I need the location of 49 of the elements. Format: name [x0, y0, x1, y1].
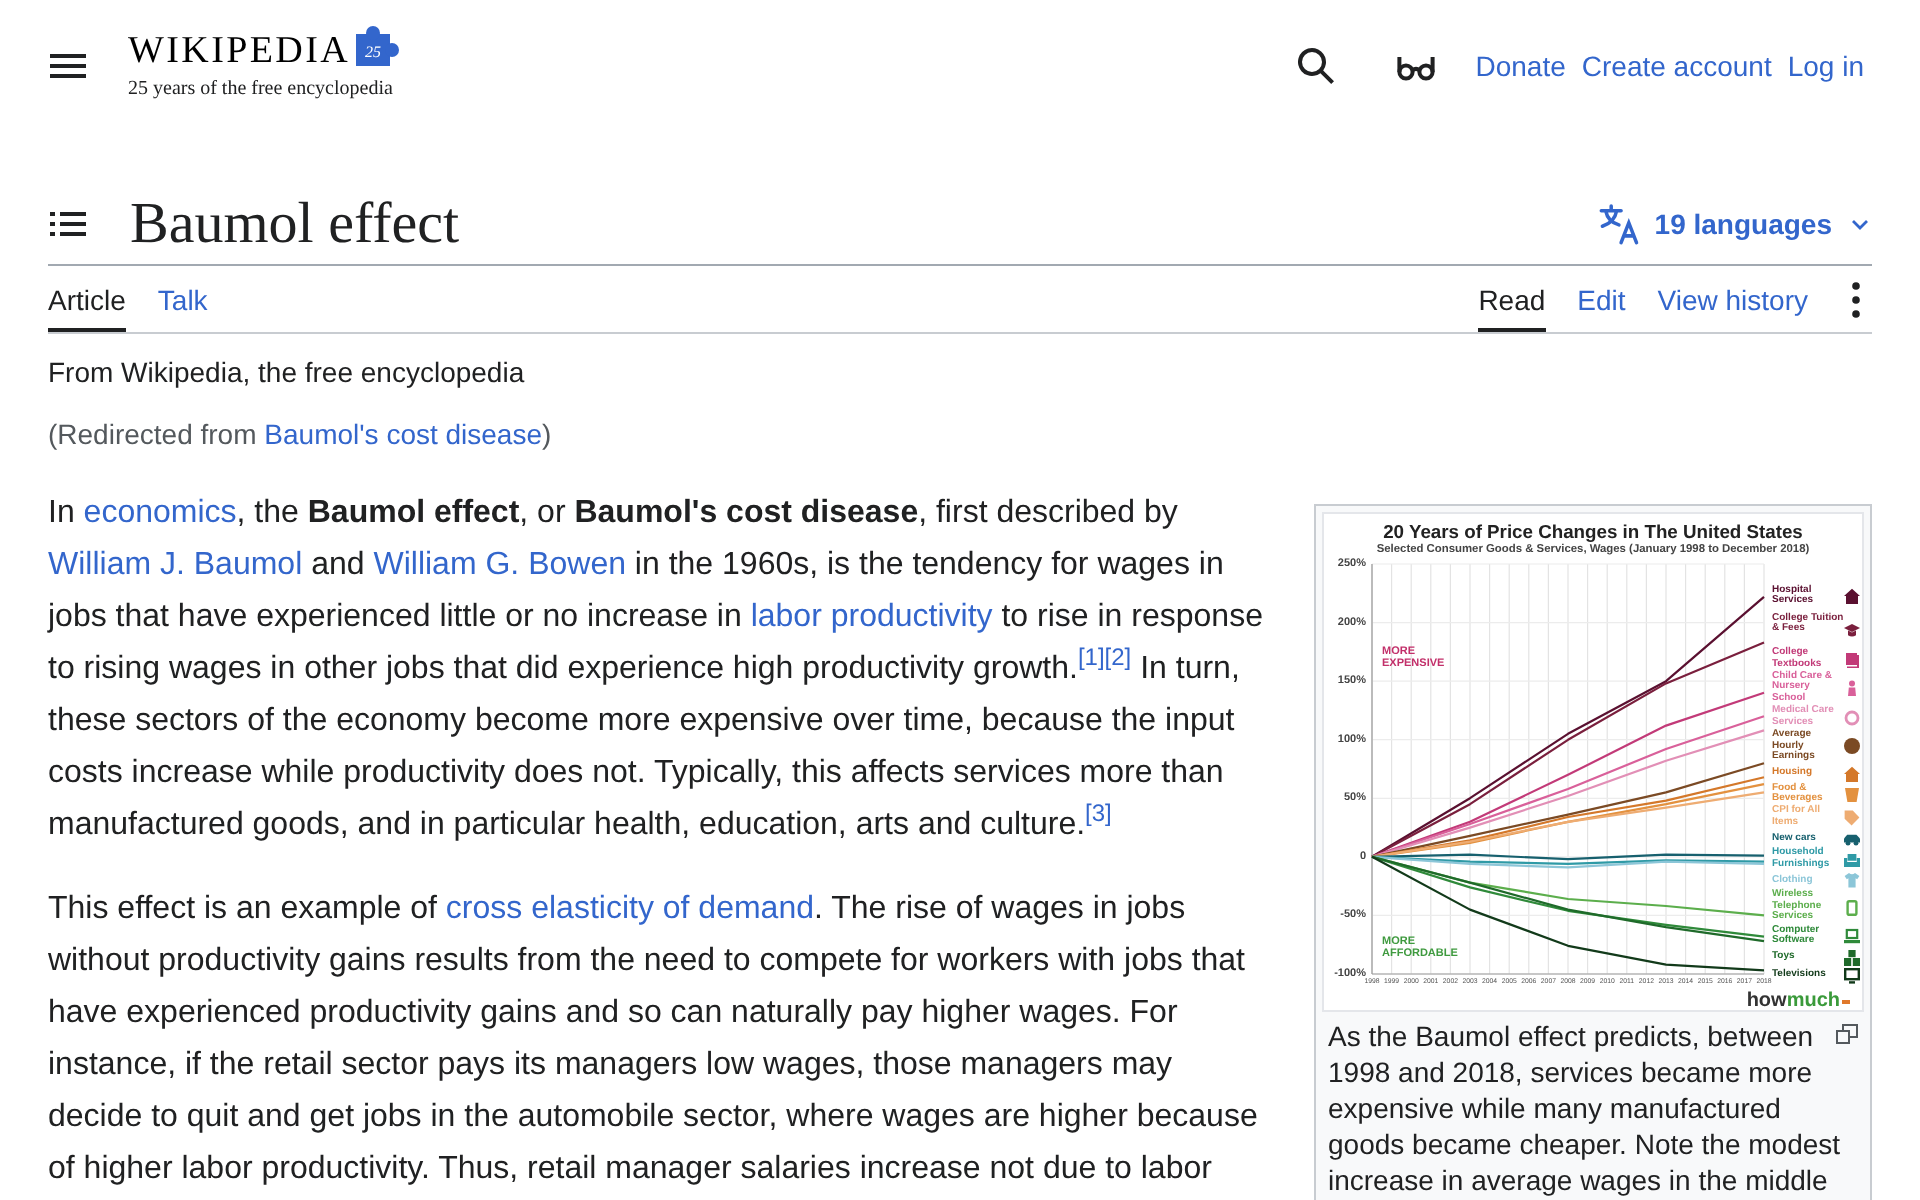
footnote-link[interactable]: [1]	[1077, 643, 1105, 672]
enlarge-icon[interactable]	[1836, 1024, 1858, 1044]
person-icon	[1844, 680, 1860, 697]
chart-logo: howmuch	[1746, 990, 1840, 1012]
header-link[interactable]: Log in	[1787, 46, 1864, 86]
tab[interactable]: View history	[1657, 266, 1808, 332]
text-link[interactable]: Baumol's cost disease	[264, 418, 543, 450]
text-link[interactable]: William G. Bowen	[373, 548, 626, 582]
paragraph: This effect is an example of cross elasticity of demand. The rise of wages in jobs without productivity gains results from the need to compete for workers with jobs that have experienced productivity gains and so can naturally pay higher wages. For instance, if the retail sector pays its managers low wages, those managers may decide to quit and get jobs in the automobile sector, where wages are higher because of higher labor productivity. Thus, retail manager salaries increase not due to labor	[48, 890, 1260, 1190]
shirt-icon	[1844, 872, 1860, 889]
coin-icon	[1844, 738, 1860, 755]
cup-icon	[1844, 786, 1860, 802]
translate-icon	[1598, 202, 1643, 246]
tab[interactable]: Talk	[157, 266, 208, 332]
tab[interactable]: Edit	[1577, 266, 1626, 332]
tag-icon	[1844, 809, 1860, 826]
text-link[interactable]: economics	[83, 496, 237, 530]
house-icon	[1844, 588, 1860, 605]
figure-caption: As the Baumol effect predicts, between 1998 and 2018, services became more expensive while many manufactured goods became cheaper. Note the modest increase in average wages in the middle	[1328, 1020, 1841, 1196]
text-link[interactable]: cross elasticity of demand	[445, 892, 814, 926]
book-icon	[1844, 651, 1860, 668]
mortarboard-icon	[1844, 622, 1860, 638]
house-icon	[1844, 765, 1860, 781]
header-link[interactable]: Donate	[1475, 46, 1566, 86]
header-link[interactable]: Create account	[1581, 46, 1772, 86]
laptop-icon	[1844, 928, 1860, 945]
text-link[interactable]: labor productivity	[750, 600, 993, 634]
footnote-link[interactable]: [2]	[1104, 643, 1132, 672]
text-link[interactable]: William J. Baumol	[48, 548, 303, 582]
search-icon[interactable]	[1295, 46, 1336, 86]
chart-title: 20 Years of Price Changes in The United States	[1381, 518, 1805, 542]
phone-icon	[1844, 899, 1860, 915]
tab[interactable]: Article	[48, 266, 126, 332]
footnote-link[interactable]: [3]	[1085, 799, 1112, 828]
tab[interactable]: Read	[1478, 266, 1546, 332]
language-button[interactable]: 19 languages	[1598, 202, 1872, 246]
ring-icon	[1844, 709, 1860, 726]
car-icon	[1844, 830, 1860, 847]
redirect-note: (Redirected from Baumol's cost disease)	[48, 416, 554, 454]
blocks-icon	[1844, 949, 1860, 966]
wikipedia-wordmark[interactable]: WIKIPEDIA	[128, 30, 351, 74]
tv-icon	[1844, 967, 1860, 984]
site-tagline: From Wikipedia, the free encyclopedia	[48, 354, 527, 392]
dash-icon	[1842, 999, 1850, 1003]
page-title: Baumol effect	[130, 190, 460, 260]
paragraph: In economics, the Baumol effect, or Baumol's cost disease, first described by William J. Baumol and William G. Bowen in the 1960s, is the tendency for wages in jobs that have experienced little or no increase in labor productivity to rise in response to rising wages in other jobs that did experience high productivity growth.$^{[1]}$$^{[2]}$ In turn, these sectors of the economy become more expensive over time, because the input costs increase while productivity does not. Typically, this affects services more than manufactured goods, and in particular health, education, arts and culture.$^{[3]}$	[48, 494, 1265, 846]
logo-tagline: 25 years of the free encyclopedia	[128, 76, 395, 102]
puzzle-logo: 25	[352, 24, 405, 70]
sofa-icon	[1844, 851, 1860, 868]
